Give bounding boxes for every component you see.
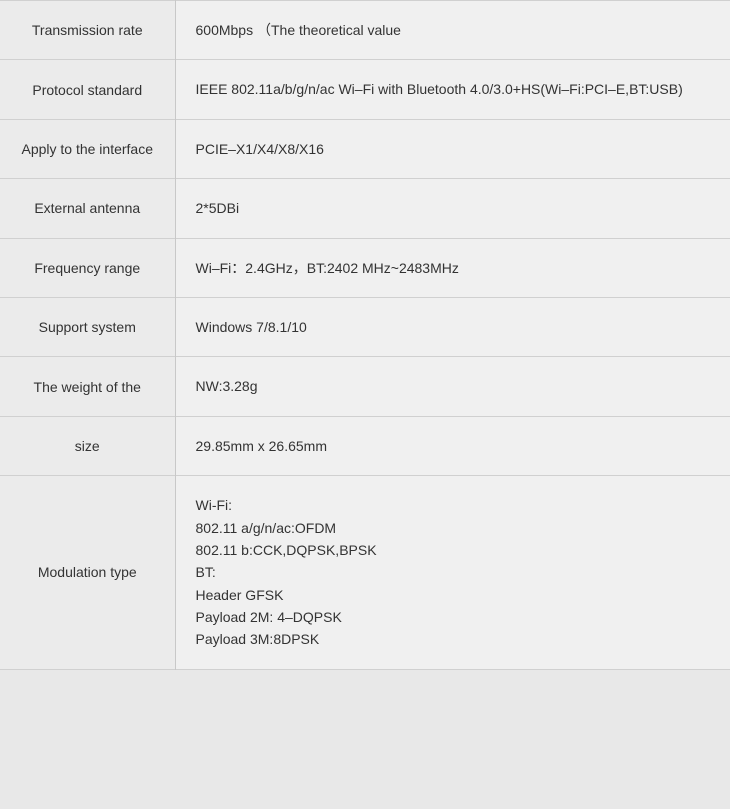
row-value: 2*5DBi — [175, 179, 730, 238]
table-row: Frequency rangeWi–Fi：2.4GHz，BT:2402 MHz~… — [0, 238, 730, 297]
table-row: Apply to the interfacePCIE–X1/X4/X8/X16 — [0, 119, 730, 178]
row-value: Windows 7/8.1/10 — [175, 297, 730, 356]
row-label: Transmission rate — [0, 1, 175, 60]
row-label: Frequency range — [0, 238, 175, 297]
row-value: Wi–Fi：2.4GHz，BT:2402 MHz~2483MHz — [175, 238, 730, 297]
table-row: Protocol standardIEEE 802.11a/b/g/n/ac W… — [0, 60, 730, 119]
spec-table: Transmission rate600Mbps （The theoretica… — [0, 0, 730, 670]
row-value: Wi-Fi:802.11 a/g/n/ac:OFDM802.11 b:CCK,D… — [175, 476, 730, 670]
row-label: External antenna — [0, 179, 175, 238]
row-label: Protocol standard — [0, 60, 175, 119]
row-value: 600Mbps （The theoretical value — [175, 1, 730, 60]
table-row: The weight of theNW:3.28g — [0, 357, 730, 416]
row-label: Modulation type — [0, 476, 175, 670]
table-row: External antenna2*5DBi — [0, 179, 730, 238]
table-row: Transmission rate600Mbps （The theoretica… — [0, 1, 730, 60]
row-label: Support system — [0, 297, 175, 356]
row-value: NW:3.28g — [175, 357, 730, 416]
row-value: 29.85mm x 26.65mm — [175, 416, 730, 475]
row-value: IEEE 802.11a/b/g/n/ac Wi–Fi with Bluetoo… — [175, 60, 730, 119]
table-row: Support systemWindows 7/8.1/10 — [0, 297, 730, 356]
row-label: size — [0, 416, 175, 475]
table-row: size29.85mm x 26.65mm — [0, 416, 730, 475]
table-row: Modulation typeWi-Fi:802.11 a/g/n/ac:OFD… — [0, 476, 730, 670]
row-label: The weight of the — [0, 357, 175, 416]
row-value: PCIE–X1/X4/X8/X16 — [175, 119, 730, 178]
row-label: Apply to the interface — [0, 119, 175, 178]
